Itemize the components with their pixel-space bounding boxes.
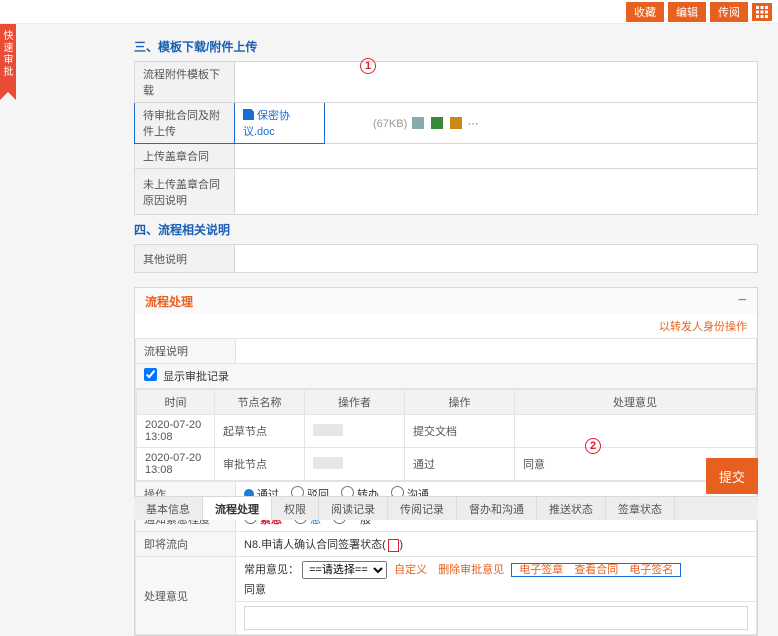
collapse-icon[interactable]: − [738, 292, 747, 310]
role-switch-link[interactable]: 以转发人身份操作 [659, 321, 747, 333]
link-delsave[interactable]: 删除审批意见 [438, 564, 504, 576]
process-panel: 流程处理 − 以转发人身份操作 流程说明 显示审批记录 时间 节点名 [134, 287, 758, 636]
log-th-time: 时间 [137, 390, 215, 415]
show-log-checkbox[interactable] [144, 368, 157, 381]
row-reason-label: 未上传盖章合同原因说明 [135, 169, 235, 215]
attachment-cell: 保密协议.doc [235, 103, 325, 144]
tab-fwdlog[interactable]: 传阅记录 [388, 497, 457, 520]
common-opinion-select[interactable]: ==请选择== [302, 561, 387, 579]
log-row: 2020-07-20 13:08 审批节点 通过 同意 [137, 448, 756, 481]
preview-icon[interactable] [412, 117, 424, 129]
download-icon[interactable] [431, 117, 443, 129]
row-other-label: 其他说明 [135, 245, 235, 273]
process-title: 流程处理 [145, 293, 193, 310]
forward-button[interactable]: 传阅 [710, 2, 748, 22]
attachment-link[interactable]: 保密协议.doc [243, 110, 290, 138]
section-4-table: 其他说明 [134, 244, 758, 273]
tab-supervise[interactable]: 督办和沟通 [457, 497, 537, 520]
show-log-label: 显示审批记录 [163, 371, 229, 383]
tab-signstatus[interactable]: 签章状态 [606, 497, 675, 520]
submit-button[interactable]: 提交 [706, 458, 758, 494]
opinion-label: 处理意见 [136, 557, 236, 635]
default-opinion-text: 同意 [244, 581, 748, 597]
edit-button[interactable]: 编辑 [668, 2, 706, 22]
opinion-textarea[interactable] [244, 606, 748, 630]
opinion-links: 自定义 删除审批意见 电子签章 查看合同 电子签名 [390, 564, 681, 576]
log-th-action: 操作 [405, 390, 515, 415]
row-stamped-label: 上传盖章合同 [135, 144, 235, 169]
delete-icon[interactable]: ⋯ [468, 118, 479, 130]
annotation-1: 1 [360, 58, 376, 74]
favorite-button[interactable]: 收藏 [626, 2, 664, 22]
redacted-badge [388, 539, 400, 552]
section-4-title: 四、流程相关说明 [134, 221, 758, 238]
tab-readlog[interactable]: 阅读记录 [319, 497, 388, 520]
common-opinion-label: 常用意见： [244, 564, 299, 576]
pencil-icon[interactable] [450, 117, 462, 129]
log-th-operator: 操作者 [305, 390, 405, 415]
quick-approve-ribbon[interactable]: 快速审批 [0, 24, 16, 92]
tab-process[interactable]: 流程处理 [203, 497, 272, 520]
top-action-bar: 收藏 编辑 传阅 [0, 0, 778, 24]
bottom-tabs: 基本信息 流程处理 权限 阅读记录 传阅记录 督办和沟通 推送状态 签章状态 [134, 496, 758, 520]
proc-desc-label: 流程说明 [136, 339, 236, 364]
operator-redacted [313, 424, 343, 436]
document-icon [243, 109, 254, 120]
next-node-text: N8.申请人确认合同签署状态( ) [236, 532, 757, 557]
section-3-table: 流程附件模板下载 待审批合同及附件上传 保密协议.doc (67KB) ⋯ 上传… [134, 61, 758, 215]
section-3-title: 三、模板下载/附件上传 [134, 38, 758, 55]
link-viewcontract[interactable]: 查看合同 [574, 564, 618, 576]
log-row: 2020-07-20 13:08 起草节点 提交文档 [137, 415, 756, 448]
operator-redacted [313, 457, 343, 469]
tab-basic[interactable]: 基本信息 [134, 497, 203, 520]
log-th-node: 节点名称 [215, 390, 305, 415]
row-upload-label: 待审批合同及附件上传 [135, 103, 235, 144]
next-label: 即将流向 [136, 532, 236, 557]
link-esign[interactable]: 电子签章 [519, 564, 563, 576]
grid-icon[interactable] [752, 3, 772, 21]
file-size: (67KB) [373, 118, 407, 130]
tab-perm[interactable]: 权限 [272, 497, 319, 520]
log-th-opinion: 处理意见 [515, 390, 756, 415]
annotation-2: 2 [585, 438, 601, 454]
tab-push[interactable]: 推送状态 [537, 497, 606, 520]
approval-log-table: 时间 节点名称 操作者 操作 处理意见 2020-07-20 13:08 起草节… [136, 389, 756, 481]
row-template-label: 流程附件模板下载 [135, 62, 235, 103]
link-custom[interactable]: 自定义 [394, 564, 427, 576]
link-ename[interactable]: 电子签名 [629, 564, 673, 576]
